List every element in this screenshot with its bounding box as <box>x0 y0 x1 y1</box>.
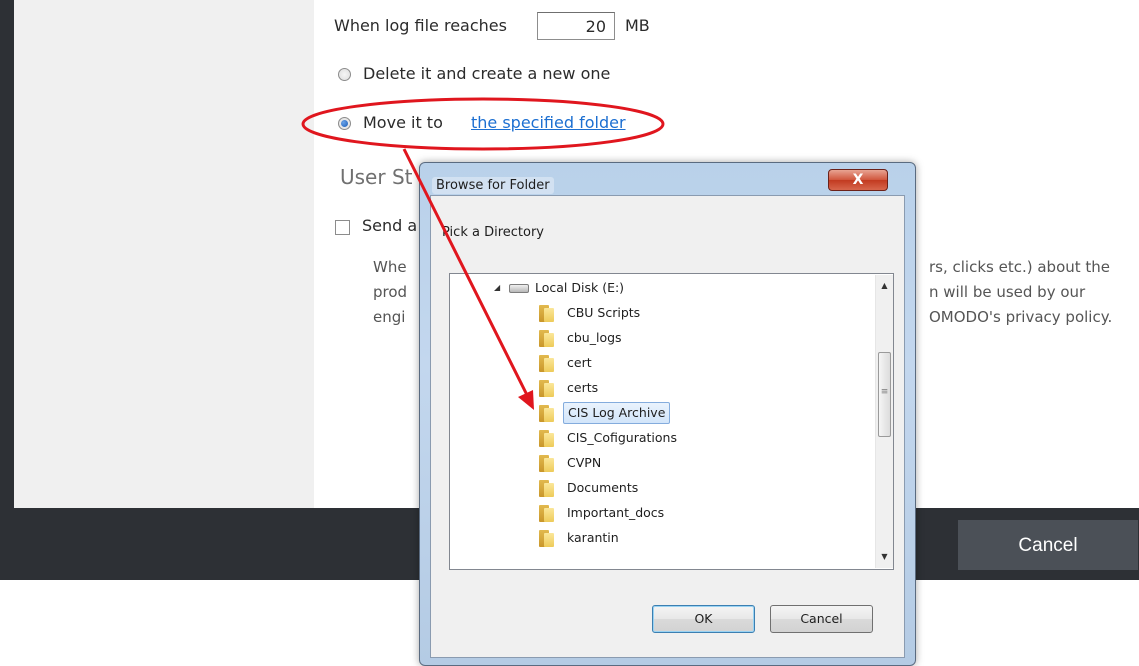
folder-label: cert <box>567 355 592 370</box>
user-stats-heading: User St <box>340 165 413 189</box>
folder-icon <box>539 405 554 422</box>
log-limit-input[interactable] <box>537 12 615 40</box>
app-left-edge <box>0 0 14 580</box>
dialog-title: Browse for Folder <box>432 177 554 194</box>
desc-line3-start: engi <box>373 308 406 326</box>
folder-icon <box>539 430 554 447</box>
dialog-close-button[interactable]: X <box>828 169 888 191</box>
move-radio[interactable] <box>338 117 351 130</box>
tree-root-label: Local Disk (E:) <box>535 280 625 295</box>
sidebar-panel <box>14 0 314 508</box>
send-stats-label: Send a <box>362 216 418 235</box>
desc-line2-start: prod <box>373 283 408 301</box>
folder-icon <box>539 305 554 322</box>
delete-option-label: Delete it and create a new one <box>363 64 611 83</box>
browse-folder-dialog: Browse for Folder X Pick a Directory ◢ L… <box>419 162 916 666</box>
desc-line2-end: n will be used by our <box>929 283 1086 301</box>
tree-scrollbar[interactable]: ▲ ≡ ▼ <box>875 275 893 568</box>
desc-line1-start: Whe <box>373 258 407 276</box>
send-stats-checkbox[interactable] <box>335 220 350 235</box>
desc-line1-end: rs, clicks etc.) about the <box>929 258 1111 276</box>
folder-label: certs <box>567 380 599 395</box>
pick-directory-label: Pick a Directory <box>442 225 544 240</box>
folder-icon <box>539 455 554 472</box>
close-icon: X <box>852 172 864 188</box>
log-limit-unit: MB <box>625 16 650 35</box>
dialog-cancel-button[interactable]: Cancel <box>770 605 873 633</box>
folder-icon <box>539 355 554 372</box>
folder-icon <box>539 480 554 497</box>
main-cancel-button[interactable]: Cancel <box>958 520 1138 570</box>
folder-label: cbu_logs <box>567 330 622 345</box>
folder-label: CIS_Cofigurations <box>567 430 677 445</box>
folder-label: Important_docs <box>567 505 665 520</box>
log-limit-label: When log file reaches <box>334 16 507 35</box>
folder-icon <box>539 530 554 547</box>
folder-icon <box>539 330 554 347</box>
folder-label: CIS Log Archive <box>563 402 671 424</box>
desc-line3-end: OMODO's privacy policy. <box>929 308 1113 326</box>
delete-radio[interactable] <box>338 68 351 81</box>
folder-icon <box>539 380 554 397</box>
ok-button[interactable]: OK <box>652 605 755 633</box>
drive-icon <box>509 284 529 293</box>
grip-icon: ≡ <box>880 387 889 397</box>
scroll-down-arrow-icon[interactable]: ▼ <box>876 550 893 564</box>
folder-label: CVPN <box>567 455 602 470</box>
folder-tree[interactable]: ◢ Local Disk (E:) CBU Scripts cbu_logs c… <box>449 273 894 570</box>
folder-icon <box>539 505 554 522</box>
folder-label: CBU Scripts <box>567 305 641 320</box>
expand-arrow-icon[interactable]: ◢ <box>494 277 500 299</box>
scroll-thumb[interactable]: ≡ <box>878 352 891 437</box>
folder-label: karantin <box>567 530 619 545</box>
folder-label: Documents <box>567 480 639 495</box>
scroll-up-arrow-icon[interactable]: ▲ <box>876 279 893 293</box>
specified-folder-link[interactable]: the specified folder <box>471 113 626 132</box>
move-option-label: Move it to <box>363 113 443 132</box>
